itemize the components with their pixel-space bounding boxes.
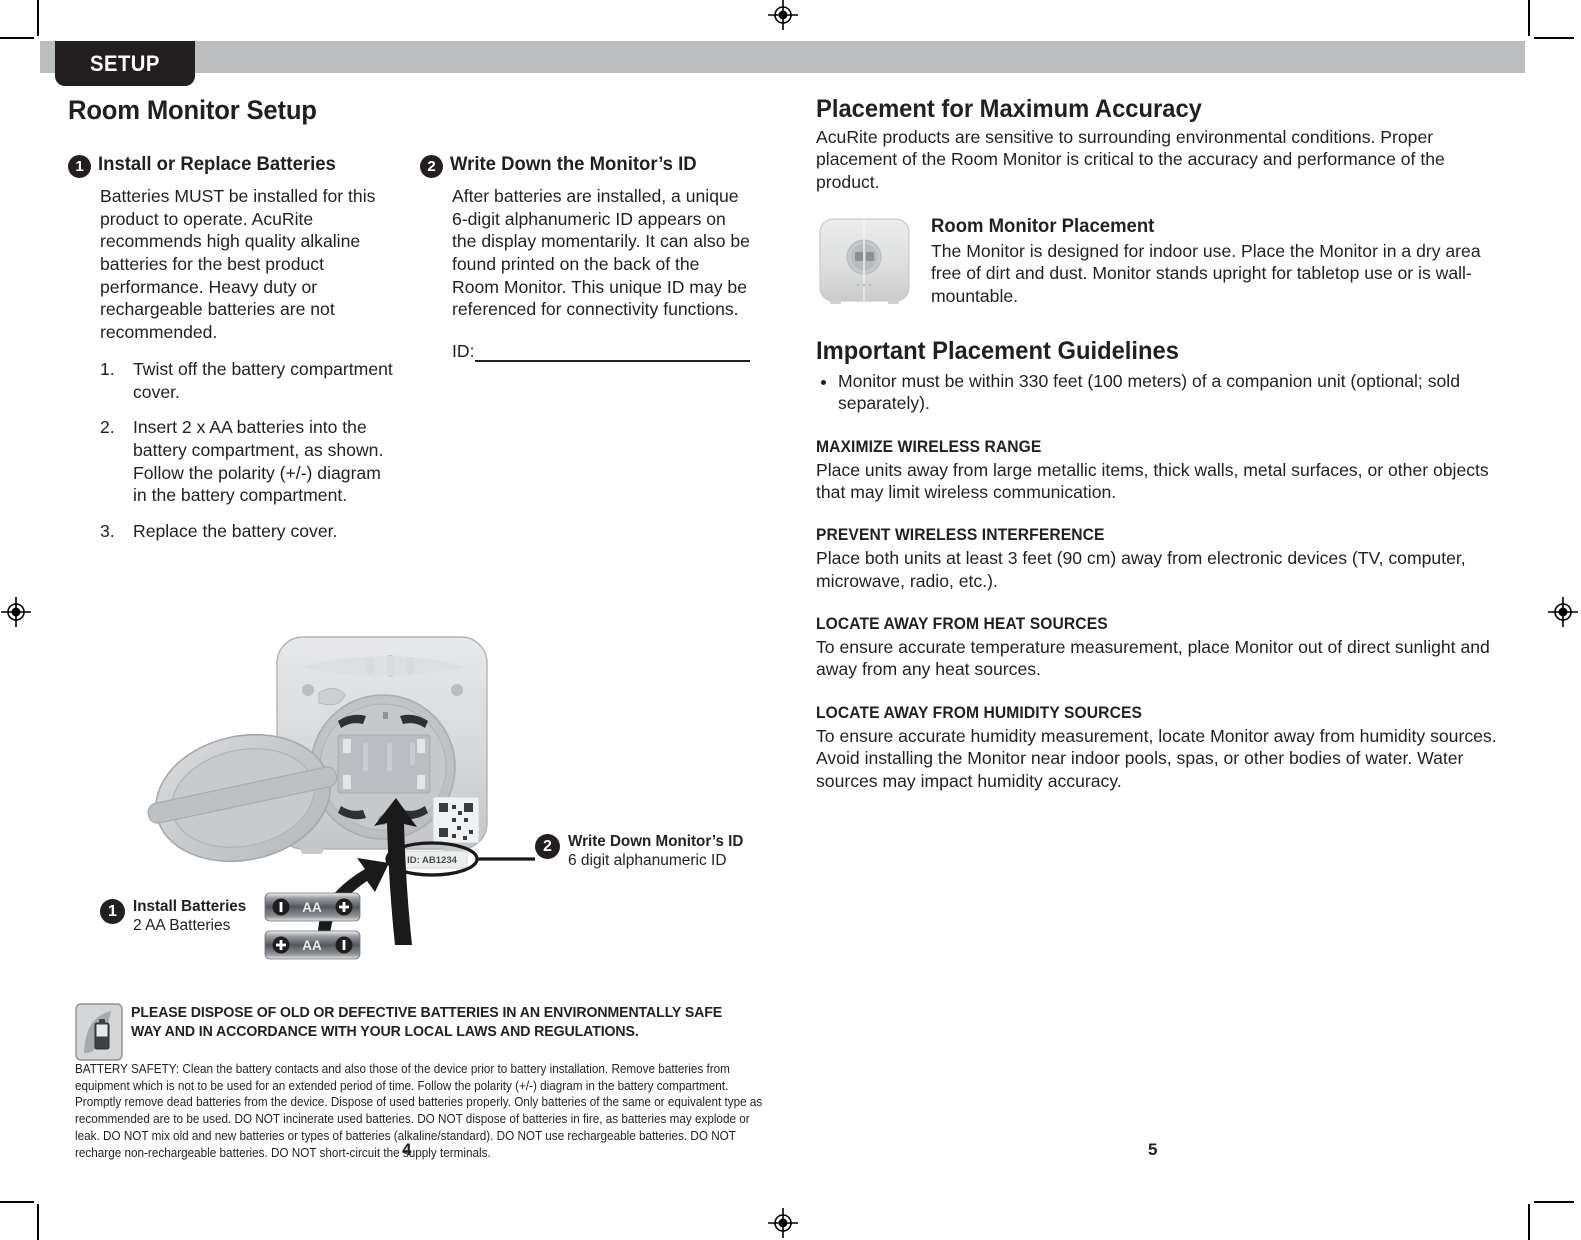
battery-warning-heading: PLEASE DISPOSE OF OLD OR DEFECTIVE BATTE… xyxy=(131,1004,723,1041)
crop-mark-top-right-horizontal xyxy=(1534,37,1574,39)
registration-target-top xyxy=(768,0,798,30)
monitor-front-image xyxy=(816,215,913,307)
battery-recycle-icon xyxy=(75,1003,123,1061)
crop-mark-bottom-left-horizontal xyxy=(0,1201,34,1203)
callout-1-title: Install Batteries xyxy=(133,898,247,915)
svg-text:AA: AA xyxy=(302,900,322,915)
subsection-heading: MAXIMIZE WIRELESS RANGE xyxy=(816,436,1042,456)
room-monitor-placement-block: Room Monitor Placement The Monitor is de… xyxy=(816,215,1506,307)
guideline-section-humidity-sources: LOCATE AWAY FROM HUMIDITY SOURCES To ens… xyxy=(816,703,1506,792)
crop-mark-bottom-left-vertical xyxy=(37,1204,39,1240)
subsection-body: Place units away from large metallic ite… xyxy=(816,459,1489,503)
placement-heading: Room Monitor Placement xyxy=(931,215,1155,238)
substep-text: Insert 2 x AA batteries into the battery… xyxy=(133,417,384,506)
monitor-id-label: ID: xyxy=(452,341,475,362)
crop-mark-top-left-vertical xyxy=(37,0,39,36)
subsection-heading: LOCATE AWAY FROM HEAT SOURCES xyxy=(816,614,1108,634)
header-band xyxy=(40,41,1525,73)
registration-target-bottom xyxy=(768,1208,798,1238)
callout-2-badge: 2 xyxy=(535,834,560,859)
step-1-heading: 1 Install or Replace Batteries xyxy=(68,153,398,178)
page-number-right: 5 xyxy=(1148,1140,1158,1159)
right-page: Placement for Maximum Accuracy AcuRite p… xyxy=(816,95,1506,792)
battery-disposal-warning: PLEASE DISPOSE OF OLD OR DEFECTIVE BATTE… xyxy=(75,1003,767,1161)
subsection-body: To ensure accurate humidity measurement,… xyxy=(816,725,1497,791)
callout-2-title: Write Down Monitor’s ID xyxy=(568,833,744,850)
callout-1-install-batteries: 1 Install Batteries 2 AA Batteries xyxy=(100,898,252,934)
registration-target-right xyxy=(1548,597,1578,627)
crop-mark-bottom-right-horizontal xyxy=(1534,1201,1574,1203)
monitor-id-blank-rule xyxy=(475,343,750,363)
callout-1-subtitle: 2 AA Batteries xyxy=(133,916,231,934)
step-1-intro: Batteries MUST be installed for this pro… xyxy=(100,186,376,343)
substep-number: 2. xyxy=(100,417,115,438)
monitor-id-write-in-field[interactable]: ID: xyxy=(452,341,750,363)
substep-number: 1. xyxy=(100,358,115,379)
registration-target-left xyxy=(1,597,31,627)
accuracy-heading: Placement for Maximum Accuracy xyxy=(816,95,1202,123)
guideline-section-heat-sources: LOCATE AWAY FROM HEAT SOURCES To ensure … xyxy=(816,614,1506,681)
subsection-body: Place both units at least 3 feet (90 cm)… xyxy=(816,548,1466,591)
placement-text-block: Room Monitor Placement The Monitor is de… xyxy=(931,215,1506,307)
subsection-heading: LOCATE AWAY FROM HUMIDITY SOURCES xyxy=(816,702,1143,722)
step-1-badge: 1 xyxy=(68,155,91,178)
substep-text: Replace the battery cover. xyxy=(133,520,338,541)
page-number-left: 4 xyxy=(402,1140,412,1159)
accuracy-body: AcuRite products are sensitive to surrou… xyxy=(816,127,1445,192)
page-title: Room Monitor Setup xyxy=(68,95,317,125)
substep-item: 1. Twist off the battery compartment cov… xyxy=(100,358,398,403)
steps-columns: 1 Install or Replace Batteries Batteries… xyxy=(68,153,768,556)
guidelines-heading: Important Placement Guidelines xyxy=(816,337,1179,366)
substep-number: 3. xyxy=(100,520,115,541)
svg-text:AA: AA xyxy=(302,938,322,953)
battery-installation-diagram: ID: AB1234 AA AA 1 Install Batteries 2 A… xyxy=(95,615,775,975)
aa-batteries-graphic: AA AA xyxy=(264,892,361,960)
crop-mark-top-left-horizontal xyxy=(0,37,34,39)
step-2-heading: 2 Write Down the Monitor’s ID xyxy=(420,153,750,178)
step-2-badge: 2 xyxy=(420,155,443,178)
guideline-section-wireless-range: MAXIMIZE WIRELESS RANGE Place units away… xyxy=(816,437,1506,504)
svg-text:ID: AB1234: ID: AB1234 xyxy=(407,855,458,866)
substep-item: 3. Replace the battery cover. xyxy=(100,520,398,543)
left-page: Room Monitor Setup 1 Install or Replace … xyxy=(68,95,768,556)
step-2-intro: After batteries are installed, a unique … xyxy=(452,186,750,320)
step-1-substeps: 1. Twist off the battery compartment cov… xyxy=(100,358,398,543)
substep-item: 2. Insert 2 x AA batteries into the batt… xyxy=(100,416,398,507)
battery-warning-fine-print: BATTERY SAFETY: Clean the battery contac… xyxy=(75,1062,763,1160)
placement-body: The Monitor is designed for indoor use. … xyxy=(931,241,1481,306)
setup-tab-label: SETUP xyxy=(90,50,160,76)
step-1-title: Install or Replace Batteries xyxy=(98,153,336,175)
callout-2-subtitle: 6 digit alphanumeric ID xyxy=(568,851,727,869)
crop-mark-bottom-right-vertical xyxy=(1528,1204,1530,1240)
guidelines-bullet-list: Monitor must be within 330 feet (100 met… xyxy=(816,370,1506,415)
setup-section-tab: SETUP xyxy=(55,41,195,86)
crop-mark-top-right-vertical xyxy=(1528,0,1530,36)
subsection-heading: PREVENT WIRELESS INTERFERENCE xyxy=(816,525,1105,545)
subsection-body: To ensure accurate temperature measureme… xyxy=(816,637,1490,680)
callout-2-monitor-id: 2 Write Down Monitor’s ID 6 digit alphan… xyxy=(535,833,753,869)
guideline-section-wireless-interference: PREVENT WIRELESS INTERFERENCE Place both… xyxy=(816,525,1506,592)
step-2-title: Write Down the Monitor’s ID xyxy=(450,153,697,175)
guideline-bullet: Monitor must be within 330 feet (100 met… xyxy=(838,370,1506,415)
step-2-column: 2 Write Down the Monitor’s ID After batt… xyxy=(420,153,750,556)
substep-text: Twist off the battery compartment cover. xyxy=(133,358,393,402)
step-1-column: 1 Install or Replace Batteries Batteries… xyxy=(68,153,398,556)
callout-1-badge: 1 xyxy=(100,899,125,924)
